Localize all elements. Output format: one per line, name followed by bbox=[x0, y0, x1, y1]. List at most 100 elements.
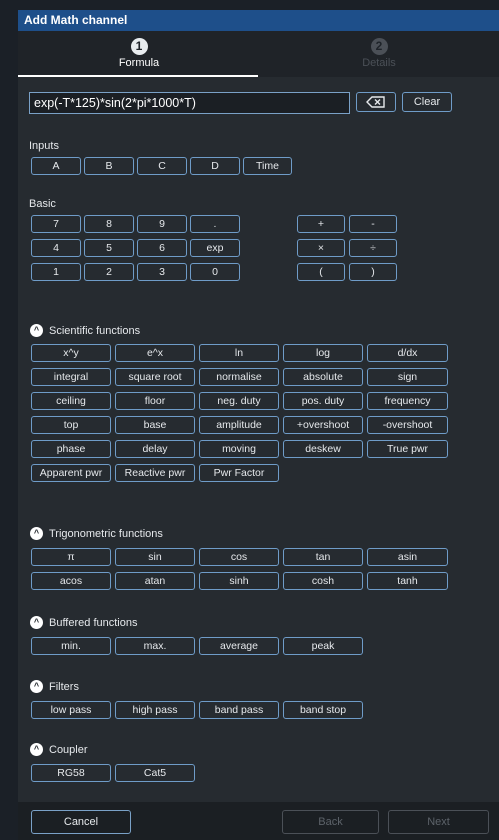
digit-3-button[interactable]: 3 bbox=[137, 263, 187, 281]
chevron-up-icon: ^ bbox=[30, 680, 43, 693]
chevron-up-icon: ^ bbox=[30, 324, 43, 337]
digit-4-button[interactable]: 4 bbox=[31, 239, 81, 257]
trigonometric-heading: Trigonometric functions bbox=[49, 527, 163, 540]
top-button[interactable]: top bbox=[31, 416, 111, 434]
log-button[interactable]: log bbox=[283, 344, 363, 362]
clear-button[interactable]: Clear bbox=[402, 92, 452, 112]
basic-heading: Basic bbox=[29, 198, 56, 210]
normalise-button[interactable]: normalise bbox=[199, 368, 279, 386]
peak-button[interactable]: peak bbox=[283, 637, 363, 655]
power-button[interactable]: x^y bbox=[31, 344, 111, 362]
chevron-up-icon: ^ bbox=[30, 616, 43, 629]
input-c-button[interactable]: C bbox=[137, 157, 187, 175]
scientific-section-header[interactable]: ^ Scientific functions bbox=[30, 324, 140, 337]
asin-button[interactable]: asin bbox=[367, 548, 448, 566]
acos-button[interactable]: acos bbox=[31, 572, 111, 590]
input-a-button[interactable]: A bbox=[31, 157, 81, 175]
low-pass-button[interactable]: low pass bbox=[31, 701, 111, 719]
step-1-number: 1 bbox=[130, 38, 148, 55]
plus-button[interactable]: + bbox=[297, 215, 345, 233]
coupler-section-header[interactable]: ^ Coupler bbox=[30, 743, 88, 756]
base-button[interactable]: base bbox=[115, 416, 195, 434]
min-button[interactable]: min. bbox=[31, 637, 111, 655]
exponential-button[interactable]: e^x bbox=[115, 344, 195, 362]
multiply-button[interactable]: × bbox=[297, 239, 345, 257]
chevron-up-icon: ^ bbox=[30, 527, 43, 540]
floor-button[interactable]: floor bbox=[115, 392, 195, 410]
step-2-number: 2 bbox=[370, 38, 388, 55]
tan-button[interactable]: tan bbox=[283, 548, 363, 566]
divide-button[interactable]: ÷ bbox=[349, 239, 397, 257]
reactive-power-button[interactable]: Reactive pwr bbox=[115, 464, 195, 482]
ceiling-button[interactable]: ceiling bbox=[31, 392, 111, 410]
sin-button[interactable]: sin bbox=[115, 548, 195, 566]
phase-button[interactable]: phase bbox=[31, 440, 111, 458]
square-root-button[interactable]: square root bbox=[115, 368, 195, 386]
apparent-power-button[interactable]: Apparent pwr bbox=[31, 464, 111, 482]
next-button[interactable]: Next bbox=[388, 810, 489, 834]
high-pass-button[interactable]: high pass bbox=[115, 701, 195, 719]
input-b-button[interactable]: B bbox=[84, 157, 134, 175]
cancel-button[interactable]: Cancel bbox=[31, 810, 131, 834]
ln-button[interactable]: ln bbox=[199, 344, 279, 362]
digit-9-button[interactable]: 9 bbox=[137, 215, 187, 233]
sign-button[interactable]: sign bbox=[367, 368, 448, 386]
rg58-button[interactable]: RG58 bbox=[31, 764, 111, 782]
integral-button[interactable]: integral bbox=[31, 368, 111, 386]
digit-2-button[interactable]: 2 bbox=[84, 263, 134, 281]
delay-button[interactable]: delay bbox=[115, 440, 195, 458]
input-time-button[interactable]: Time bbox=[243, 157, 292, 175]
decimal-point-button[interactable]: . bbox=[190, 215, 240, 233]
negative-overshoot-button[interactable]: -overshoot bbox=[367, 416, 448, 434]
step-1-label: Formula bbox=[118, 57, 160, 69]
scientific-heading: Scientific functions bbox=[49, 324, 141, 337]
inputs-heading: Inputs bbox=[29, 140, 59, 152]
true-power-button[interactable]: True pwr bbox=[367, 440, 448, 458]
pos-duty-button[interactable]: pos. duty bbox=[283, 392, 363, 410]
open-paren-button[interactable]: ( bbox=[297, 263, 345, 281]
cos-button[interactable]: cos bbox=[199, 548, 279, 566]
moving-button[interactable]: moving bbox=[199, 440, 279, 458]
band-pass-button[interactable]: band pass bbox=[199, 701, 279, 719]
trigonometric-section-header[interactable]: ^ Trigonometric functions bbox=[30, 527, 163, 540]
dialog-title: Add Math channel bbox=[18, 10, 499, 31]
band-stop-button[interactable]: band stop bbox=[283, 701, 363, 719]
close-paren-button[interactable]: ) bbox=[349, 263, 397, 281]
digit-6-button[interactable]: 6 bbox=[137, 239, 187, 257]
positive-overshoot-button[interactable]: +overshoot bbox=[283, 416, 363, 434]
max-button[interactable]: max. bbox=[115, 637, 195, 655]
pi-button[interactable]: π bbox=[31, 548, 111, 566]
absolute-button[interactable]: absolute bbox=[283, 368, 363, 386]
digit-1-button[interactable]: 1 bbox=[31, 263, 81, 281]
amplitude-button[interactable]: amplitude bbox=[199, 416, 279, 434]
cat5-button[interactable]: Cat5 bbox=[115, 764, 195, 782]
coupler-heading: Coupler bbox=[49, 743, 88, 756]
deskew-button[interactable]: deskew bbox=[283, 440, 363, 458]
average-button[interactable]: average bbox=[199, 637, 279, 655]
buffered-section-header[interactable]: ^ Buffered functions bbox=[30, 616, 137, 629]
neg-duty-button[interactable]: neg. duty bbox=[199, 392, 279, 410]
minus-button[interactable]: - bbox=[349, 215, 397, 233]
cosh-button[interactable]: cosh bbox=[283, 572, 363, 590]
derivative-button[interactable]: d/dx bbox=[367, 344, 448, 362]
formula-input[interactable]: exp(-T*125)*sin(2*pi*1000*T) bbox=[29, 92, 350, 114]
digit-8-button[interactable]: 8 bbox=[84, 215, 134, 233]
filters-section-header[interactable]: ^ Filters bbox=[30, 680, 79, 693]
formula-editor: exp(-T*125)*sin(2*pi*1000*T) Clear Input… bbox=[18, 77, 499, 840]
backspace-icon bbox=[366, 96, 385, 108]
step-details[interactable]: 2 Details bbox=[309, 37, 449, 69]
step-formula[interactable]: 1 Formula bbox=[69, 37, 209, 69]
back-button[interactable]: Back bbox=[282, 810, 379, 834]
atan-button[interactable]: atan bbox=[115, 572, 195, 590]
sinh-button[interactable]: sinh bbox=[199, 572, 279, 590]
tanh-button[interactable]: tanh bbox=[367, 572, 448, 590]
buffered-heading: Buffered functions bbox=[49, 616, 138, 629]
power-factor-button[interactable]: Pwr Factor bbox=[199, 464, 279, 482]
frequency-button[interactable]: frequency bbox=[367, 392, 448, 410]
digit-0-button[interactable]: 0 bbox=[190, 263, 240, 281]
input-d-button[interactable]: D bbox=[190, 157, 240, 175]
digit-7-button[interactable]: 7 bbox=[31, 215, 81, 233]
backspace-button[interactable] bbox=[356, 92, 396, 112]
exp-button[interactable]: exp bbox=[190, 239, 240, 257]
digit-5-button[interactable]: 5 bbox=[84, 239, 134, 257]
